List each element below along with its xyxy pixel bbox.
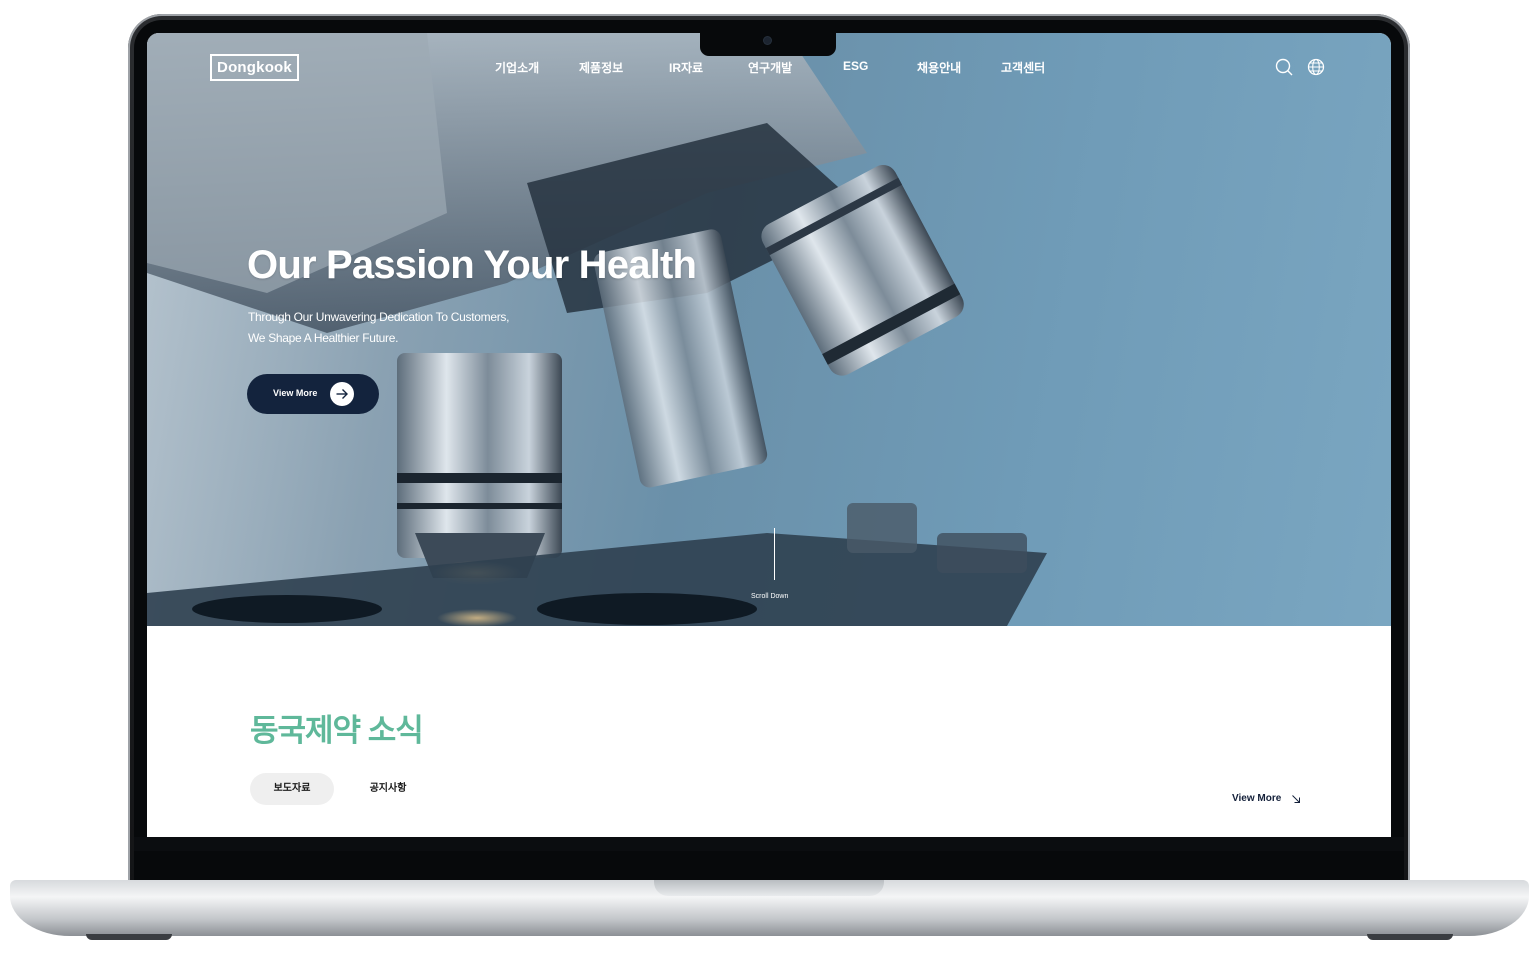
nav-item-company[interactable]: 기업소개 (495, 59, 539, 76)
nav-item-rnd[interactable]: 연구개발 (748, 59, 792, 76)
laptop-lid-opening (654, 880, 884, 896)
hero-subline-2: We Shape A Healthier Future. (248, 331, 399, 345)
laptop-foot-left (86, 934, 172, 940)
news-view-more-link[interactable]: View More (1232, 793, 1281, 804)
news-section-title: 동국제약 소식 (250, 713, 424, 748)
camera-icon (764, 37, 771, 44)
laptop-foot-right (1367, 934, 1453, 940)
tab-notices[interactable]: 공지사항 (352, 773, 424, 805)
hero-view-more-button[interactable]: View More (247, 374, 379, 414)
hero-view-more-label: View More (273, 388, 318, 398)
arrow-right-icon (330, 382, 354, 406)
nav-item-products[interactable]: 제품정보 (579, 59, 623, 76)
scroll-down-label[interactable]: Scroll Down (751, 593, 788, 600)
hero-subline: Through Our Unwavering Dedication To Cus… (248, 307, 509, 349)
dongkook-logo[interactable]: Dongkook (210, 54, 299, 81)
browser-viewport: Dongkook 기업소개 제품정보 IR자료 연구개발 ESG 채용안내 고객… (147, 33, 1391, 837)
hero-headline: Our Passion Your Health (247, 243, 697, 287)
globe-icon[interactable] (1307, 58, 1325, 76)
nav-item-ir[interactable]: IR자료 (669, 59, 703, 76)
hero-section: Dongkook 기업소개 제품정보 IR자료 연구개발 ESG 채용안내 고객… (147, 33, 1391, 626)
nav-item-esg[interactable]: ESG (843, 59, 868, 73)
screen-chin (134, 837, 1404, 851)
laptop-mockup: Dongkook 기업소개 제품정보 IR자료 연구개발 ESG 채용안내 고객… (0, 0, 1539, 960)
tab-press-release[interactable]: 보도자료 (250, 773, 334, 805)
camera-notch (700, 33, 836, 56)
nav-item-careers[interactable]: 채용안내 (917, 59, 961, 76)
search-icon[interactable] (1275, 58, 1293, 76)
hero-subline-1: Through Our Unwavering Dedication To Cus… (248, 310, 510, 324)
arrow-down-right-icon[interactable] (1291, 794, 1301, 804)
scroll-indicator-line (774, 528, 775, 580)
nav-item-support[interactable]: 고객센터 (1001, 59, 1045, 76)
